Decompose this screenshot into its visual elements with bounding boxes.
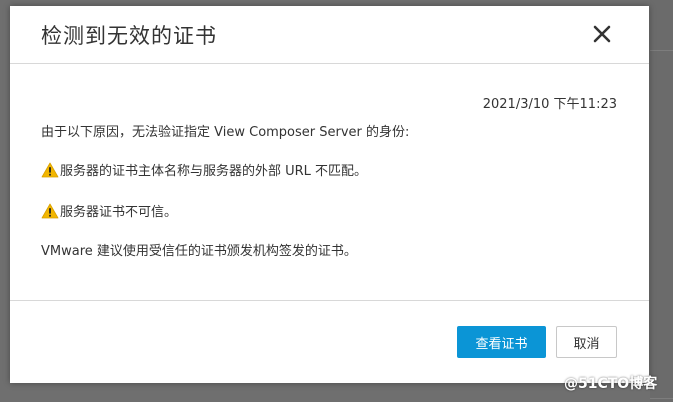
watermark: @51CTO博客 [564,376,658,392]
recommendation-text: VMware 建议使用受信任的证书颁发机构签发的证书。 [41,244,357,259]
invalid-certificate-dialog: 检测到无效的证书 2021/3/10 下午11:23 由于以下原因，无法验证指定… [10,6,649,383]
background-app [650,0,673,402]
close-button[interactable] [588,20,616,48]
background-divider [650,398,673,399]
dialog-header: 检测到无效的证书 [10,6,649,64]
dialog-body: 2021/3/10 下午11:23 由于以下原因，无法验证指定 View Com… [10,64,649,301]
warning-icon [41,162,59,177]
warning-text: 服务器的证书主体名称与服务器的外部 URL 不匹配。 [60,164,368,179]
background-divider [650,50,673,51]
warning-item: 服务器证书不可信。 [41,201,177,220]
warning-text: 服务器证书不可信。 [60,205,178,220]
warning-item: 服务器的证书主体名称与服务器的外部 URL 不匹配。 [41,160,367,179]
close-icon [593,25,611,43]
view-certificate-button[interactable]: 查看证书 [457,326,546,358]
dialog-title: 检测到无效的证书 [41,24,217,48]
warning-icon [41,203,59,218]
cancel-button[interactable]: 取消 [556,326,617,358]
timestamp: 2021/3/10 下午11:23 [482,97,617,112]
intro-text: 由于以下原因，无法验证指定 View Composer Server 的身份: [41,125,410,140]
